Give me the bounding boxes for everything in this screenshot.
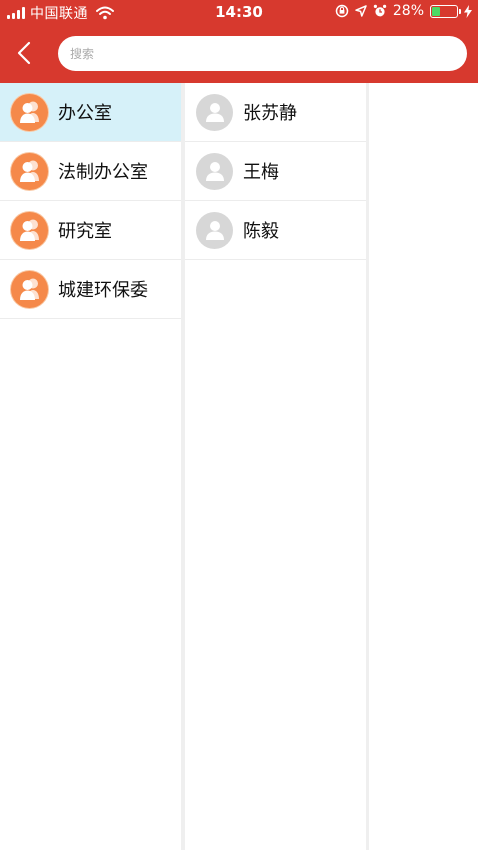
- charging-icon: [464, 4, 472, 18]
- group-avatar-icon: [11, 152, 48, 190]
- header-bar: 中国联通 14:30 28%: [0, 0, 478, 83]
- department-item[interactable]: 研究室: [0, 201, 181, 260]
- member-item[interactable]: 王梅: [185, 142, 366, 201]
- column-divider: [366, 83, 369, 850]
- department-item[interactable]: 法制办公室: [0, 142, 181, 201]
- location-icon: [355, 5, 367, 17]
- status-bar: 中国联通 14:30 28%: [0, 0, 478, 24]
- department-label: 办公室: [58, 103, 112, 124]
- orientation-lock-icon: [335, 4, 349, 18]
- group-avatar-icon: [11, 270, 48, 308]
- member-item[interactable]: 陈毅: [185, 201, 366, 260]
- department-label: 城建环保委: [58, 280, 148, 301]
- battery-icon: [430, 4, 461, 18]
- member-name: 陈毅: [243, 221, 279, 242]
- battery-percent: 28%: [392, 3, 424, 19]
- member-item[interactable]: 张苏静: [185, 83, 366, 142]
- group-avatar-icon: [11, 93, 48, 131]
- group-avatar-icon: [11, 211, 48, 249]
- search-bar[interactable]: [58, 36, 467, 71]
- search-input[interactable]: [70, 46, 467, 61]
- member-list: 张苏静 王梅 陈毅: [185, 83, 366, 850]
- person-avatar-icon: [196, 211, 233, 249]
- chevron-left-icon: [17, 41, 31, 65]
- department-item[interactable]: 城建环保委: [0, 260, 181, 319]
- person-avatar-icon: [196, 93, 233, 131]
- member-name: 王梅: [243, 162, 279, 183]
- department-label: 法制办公室: [58, 162, 148, 183]
- department-item[interactable]: 办公室: [0, 83, 181, 142]
- member-name: 张苏静: [243, 103, 297, 124]
- department-label: 研究室: [58, 221, 112, 242]
- back-button[interactable]: [12, 38, 38, 68]
- person-avatar-icon: [196, 152, 233, 190]
- alarm-icon: [373, 4, 387, 17]
- department-list: 办公室 法制办公室 研究室 城建环保委: [0, 83, 181, 850]
